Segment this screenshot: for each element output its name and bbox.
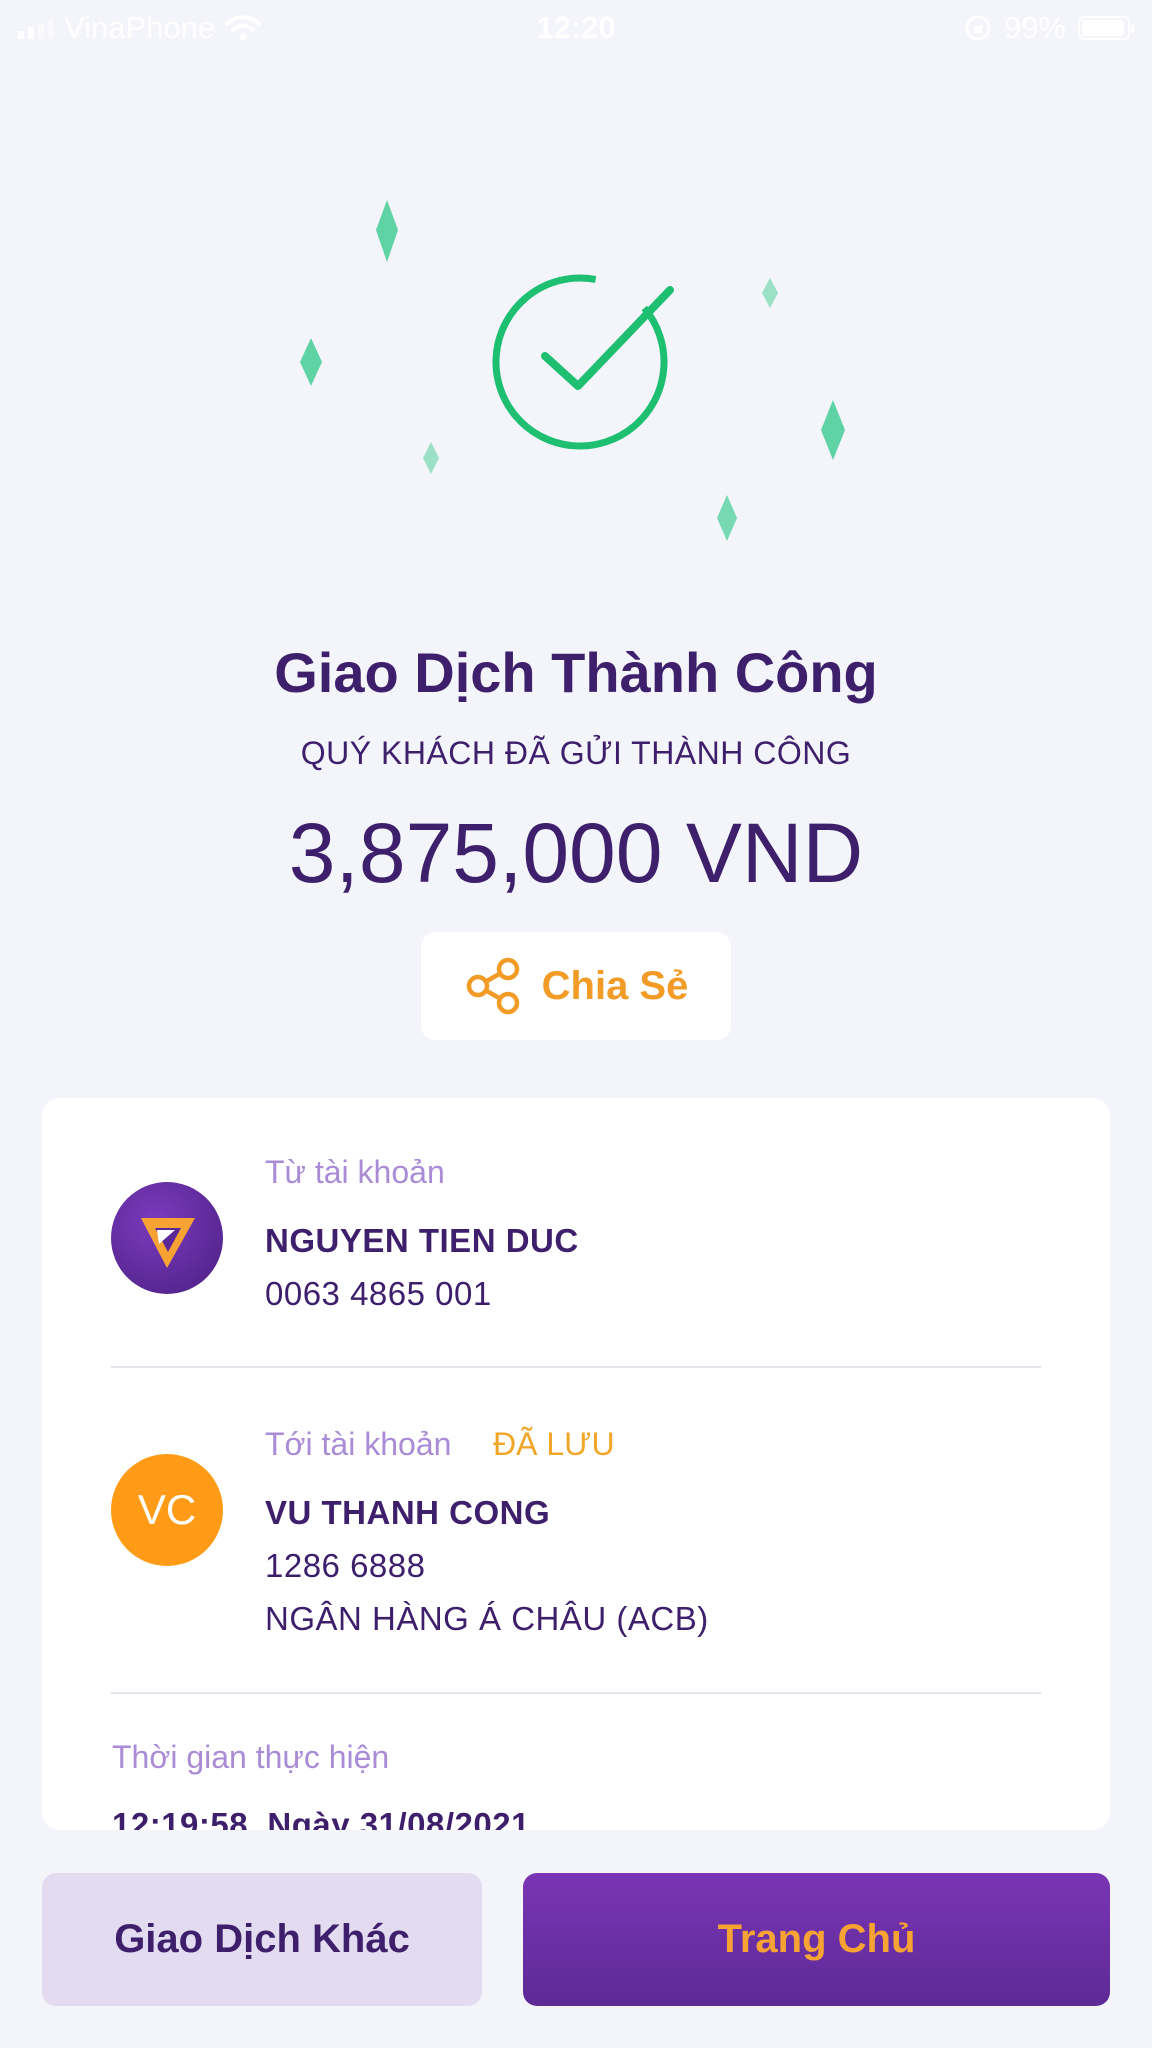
to-account-number: 1286 6888 xyxy=(265,1547,426,1584)
bank-logo-icon xyxy=(111,1182,223,1294)
result-subtitle: QUÝ KHÁCH ĐÃ GỬI THÀNH CÔNG xyxy=(300,735,852,771)
share-icon xyxy=(466,957,519,1015)
battery-percent: 99% xyxy=(1003,10,1066,45)
divider xyxy=(111,1366,1041,1368)
transaction-details-card: Từ tài khoản NGUYEN TIEN DUC 0063 4865 0… xyxy=(42,1098,1110,1830)
from-account-name: NGUYEN TIEN DUC xyxy=(265,1222,579,1259)
share-label: Chia Sẻ xyxy=(541,963,689,1008)
result-title: Giao Dịch Thành Công xyxy=(274,641,878,704)
battery-icon xyxy=(1078,16,1134,40)
time-value: 12:19:58, Ngày 31/08/2021 xyxy=(112,1806,530,1830)
to-account-label: Tới tài khoản xyxy=(265,1426,452,1462)
from-account-number: 0063 4865 001 xyxy=(265,1275,492,1312)
orientation-lock-icon xyxy=(965,15,991,41)
other-transaction-button[interactable]: Giao Dịch Khác xyxy=(42,1873,482,2006)
to-account-name: VU THANH CONG xyxy=(265,1494,551,1531)
share-button[interactable]: Chia Sẻ xyxy=(421,932,731,1040)
transfer-amount: 3,875,000 VND xyxy=(288,806,864,900)
success-check-icon xyxy=(300,200,845,541)
home-button[interactable]: Trang Chủ xyxy=(523,1873,1110,2006)
status-bar: VinaPhone 12:20 99% xyxy=(0,0,1152,58)
to-account-bank: NGÂN HÀNG Á CHÂU (ACB) xyxy=(265,1600,709,1637)
time-label: Thời gian thực hiện xyxy=(112,1739,390,1775)
divider xyxy=(111,1692,1041,1694)
from-account-label: Từ tài khoản xyxy=(265,1154,445,1190)
saved-badge: ĐÃ LƯU xyxy=(493,1426,615,1462)
recipient-avatar: VC xyxy=(111,1454,223,1566)
